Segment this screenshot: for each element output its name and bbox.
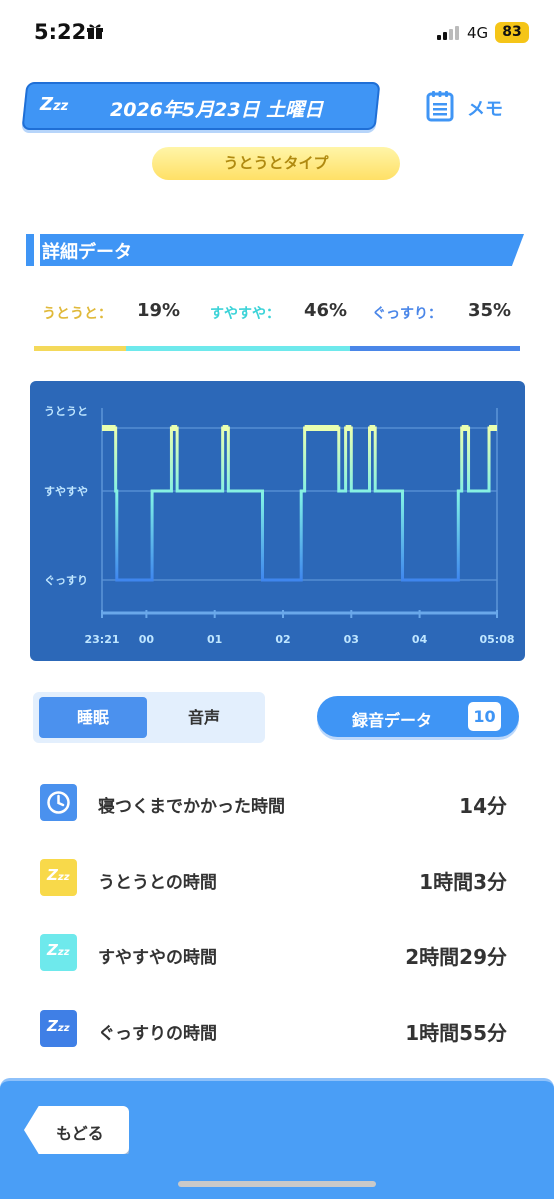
row-label-sleep-onset: 寝つくまでかかった時間 bbox=[98, 797, 285, 817]
stat-label-utouto: うとうと： bbox=[42, 306, 112, 322]
zzz-icon-utouto: Zzz bbox=[40, 859, 77, 896]
stat-value-utouto: 19% bbox=[137, 300, 181, 321]
sleep-type-badge: うとうとタイプ bbox=[152, 147, 400, 180]
row-label-utouto: うとうとの時間 bbox=[98, 873, 217, 893]
clock-icon bbox=[40, 784, 77, 821]
chart-x-tick-label: 01 bbox=[207, 633, 222, 646]
ratio-bar-segment-1 bbox=[126, 346, 350, 351]
chart-x-tick-label: 00 bbox=[139, 633, 155, 646]
chart-x-tick-label: 23:21 bbox=[84, 633, 119, 646]
row-value-utouto: 1時間3分 bbox=[419, 870, 507, 894]
section-header-accent bbox=[26, 234, 34, 266]
chart-x-tick-label: 04 bbox=[412, 633, 428, 646]
battery-indicator: 83 bbox=[495, 22, 529, 43]
tab-audio[interactable]: 音声 bbox=[150, 697, 258, 738]
row-value-gussuri: 1時間55分 bbox=[405, 1021, 507, 1045]
chart-y-label: ぐっすり bbox=[44, 574, 88, 587]
ratio-bar-segment-0 bbox=[34, 346, 127, 351]
recording-count-badge: 10 bbox=[468, 702, 501, 731]
chart-step-line bbox=[102, 426, 497, 582]
sleep-chart: うとうとすやすやぐっすり 23:21 00 01 02 03 04 05:08 bbox=[44, 405, 515, 646]
stat-value-gussuri: 35% bbox=[468, 300, 512, 321]
recording-data-label: 録音データ bbox=[352, 711, 433, 730]
back-button-label: もどる bbox=[56, 1124, 104, 1143]
chart-x-tick-label: 03 bbox=[344, 633, 359, 646]
network-label: 4G bbox=[467, 24, 489, 42]
chart-y-label: すやすや bbox=[44, 485, 88, 498]
memo-button[interactable]: メモ bbox=[467, 95, 503, 121]
signal-icon bbox=[437, 26, 459, 40]
section-title: 詳細データ bbox=[42, 242, 132, 263]
stat-label-gussuri: ぐっすり： bbox=[372, 306, 442, 322]
zzz-icon-suyasuya: Zzz bbox=[40, 934, 77, 971]
zzz-icon-gussuri: Zzz bbox=[40, 1010, 77, 1047]
stat-value-suyasuya: 46% bbox=[304, 300, 348, 321]
tab-sleep[interactable]: 睡眠 bbox=[39, 697, 147, 738]
memo-icon[interactable] bbox=[426, 90, 454, 122]
gift-icon bbox=[87, 24, 103, 39]
chart-y-label: うとうと bbox=[44, 405, 88, 418]
home-indicator[interactable] bbox=[178, 1181, 376, 1187]
row-label-suyasuya: すやすやの時間 bbox=[98, 948, 217, 968]
date-title: 2026年5月23日 土曜日 bbox=[110, 99, 324, 121]
row-value-sleep-onset: 14分 bbox=[459, 794, 507, 818]
row-value-suyasuya: 2時間29分 bbox=[405, 945, 507, 969]
chart-x-tick-label: 02 bbox=[275, 633, 290, 646]
stat-label-suyasuya: すやすや： bbox=[210, 306, 280, 322]
chart-x-tick-label: 05:08 bbox=[479, 633, 514, 646]
status-time: 5:22 bbox=[34, 20, 87, 44]
ratio-bar-segment-2 bbox=[349, 346, 520, 351]
zzz-icon: Zzz bbox=[40, 94, 69, 115]
row-label-gussuri: ぐっすりの時間 bbox=[98, 1024, 217, 1044]
status-bar: 5:22 4G 83 bbox=[0, 0, 554, 66]
